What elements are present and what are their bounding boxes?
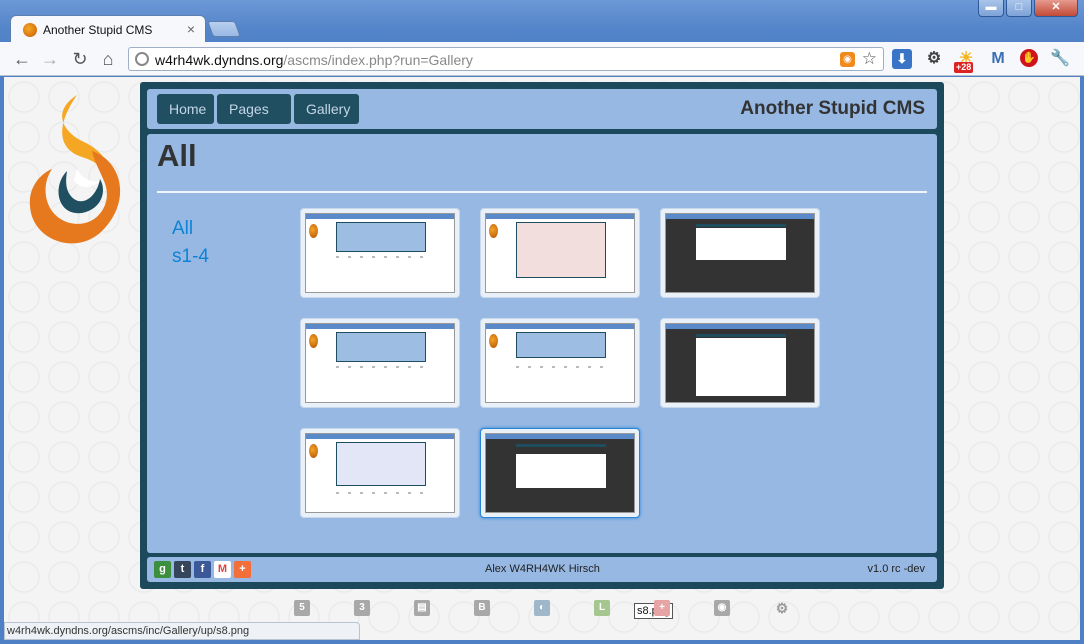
thumbnail-image: [305, 323, 455, 403]
html5-icon[interactable]: 5: [294, 600, 310, 616]
gmail-icon[interactable]: M: [988, 49, 1008, 69]
navbar: Home Pages Gallery Another Stupid CMS: [147, 89, 937, 142]
rss-icon[interactable]: ◉: [714, 600, 730, 616]
category-link-s1-4[interactable]: s1-4: [172, 246, 209, 268]
close-window-button[interactable]: ✕: [1034, 0, 1078, 17]
gear-icon[interactable]: ⚙: [924, 49, 944, 69]
bookmark-star-icon[interactable]: ☆: [862, 49, 877, 69]
download-icon[interactable]: ⬇: [892, 49, 912, 69]
nav-home-button[interactable]: Home: [157, 94, 214, 124]
wrench-icon[interactable]: 🔧: [1050, 49, 1070, 69]
site-title: Another Stupid CMS: [740, 98, 925, 119]
thumbnail-image: [485, 323, 635, 403]
addthis-icon[interactable]: +: [234, 561, 251, 578]
url-text: w4rh4wk.dyndns.org/ascms/index.php?run=G…: [155, 52, 473, 68]
plus-icon[interactable]: +: [654, 600, 670, 616]
nav-gallery-label: Gallery: [306, 101, 351, 117]
nav-pages-label: Pages: [229, 101, 269, 117]
jquery-icon[interactable]: ◐: [534, 600, 550, 616]
gallery-thumbnail-s8[interactable]: [480, 428, 640, 518]
browser-toolbar: ← → ↻ ⌂ w4rh4wk.dyndns.org/ascms/index.p…: [0, 42, 1084, 76]
page-info-icon[interactable]: [135, 52, 149, 66]
thumbnail-image: [305, 433, 455, 513]
reload-button[interactable]: ↻: [70, 49, 90, 69]
gears-icon[interactable]: ⚙: [774, 600, 790, 616]
back-button[interactable]: ←: [12, 49, 32, 69]
bootstrap-icon[interactable]: B: [474, 600, 490, 616]
thumbnail-image: [665, 213, 815, 293]
category-link-all[interactable]: All: [172, 218, 193, 240]
cms-logo: [29, 95, 121, 244]
url-path: /ascms/index.php?run=Gallery: [283, 52, 473, 68]
footer-author: Alex W4RH4WK Hirsch: [485, 563, 600, 575]
new-tab-button[interactable]: [207, 21, 241, 37]
page-title: All: [157, 138, 197, 173]
tab-title: Another Stupid CMS: [43, 23, 153, 37]
gallery-thumbnail[interactable]: [300, 318, 460, 408]
main-content: All All s1-4: [147, 134, 937, 553]
nav-gallery-button[interactable]: Gallery: [294, 94, 359, 124]
url-host: w4rh4wk.dyndns.org: [155, 52, 284, 68]
less-icon[interactable]: L: [594, 600, 610, 616]
javascript-icon[interactable]: ▤: [414, 600, 430, 616]
status-bar: w4rh4wk.dyndns.org/ascms/inc/Gallery/up/…: [4, 622, 360, 640]
tumblr-icon[interactable]: t: [174, 561, 191, 578]
thumbnail-image: [305, 213, 455, 293]
adblock-icon[interactable]: ✋: [1020, 49, 1038, 67]
nav-pages-dropdown[interactable]: Pages: [217, 94, 291, 142]
footer: g t f M + Alex W4RH4WK Hirsch v1.0 rc -d…: [147, 557, 937, 582]
nav-home-label: Home: [169, 101, 207, 117]
rss-feed-icon[interactable]: ◉: [840, 52, 855, 67]
thumbnail-image: [485, 433, 635, 513]
gallery-thumbnail[interactable]: [660, 318, 820, 408]
browser-chrome: ▬ □ ✕ Another Stupid CMS × ← → ↻ ⌂ w4rh4…: [0, 0, 1084, 76]
window-controls: ▬ □ ✕: [976, 0, 1078, 17]
gallery-thumbnail[interactable]: [300, 428, 460, 518]
home-button[interactable]: ⌂: [98, 49, 118, 69]
forward-button[interactable]: →: [40, 49, 60, 69]
page-viewport: Home Pages Gallery Another Stupid CMS Al…: [4, 77, 1080, 640]
weather-badge: +28: [954, 62, 974, 73]
thumbnail-image: [665, 323, 815, 403]
cms-container: Home Pages Gallery Another Stupid CMS Al…: [140, 82, 944, 589]
gmail-icon[interactable]: M: [214, 561, 231, 578]
browser-tab[interactable]: Another Stupid CMS ×: [10, 15, 206, 43]
gallery-thumbnail[interactable]: [660, 208, 820, 298]
minimize-button[interactable]: ▬: [978, 0, 1004, 17]
address-bar[interactable]: w4rh4wk.dyndns.org/ascms/index.php?run=G…: [128, 47, 884, 71]
gallery-thumbnail[interactable]: [480, 318, 640, 408]
divider: [157, 191, 927, 193]
gallery-thumbnail[interactable]: [480, 208, 640, 298]
tab-close-icon[interactable]: ×: [187, 21, 195, 37]
google-icon[interactable]: g: [154, 561, 171, 578]
facebook-icon[interactable]: f: [194, 561, 211, 578]
thumbnail-image: [485, 213, 635, 293]
site-favicon-icon: [23, 23, 37, 37]
footer-version: v1.0 rc -dev: [867, 563, 925, 575]
gallery-thumbnail[interactable]: [300, 208, 460, 298]
maximize-button[interactable]: □: [1006, 0, 1032, 17]
css3-icon[interactable]: 3: [354, 600, 370, 616]
